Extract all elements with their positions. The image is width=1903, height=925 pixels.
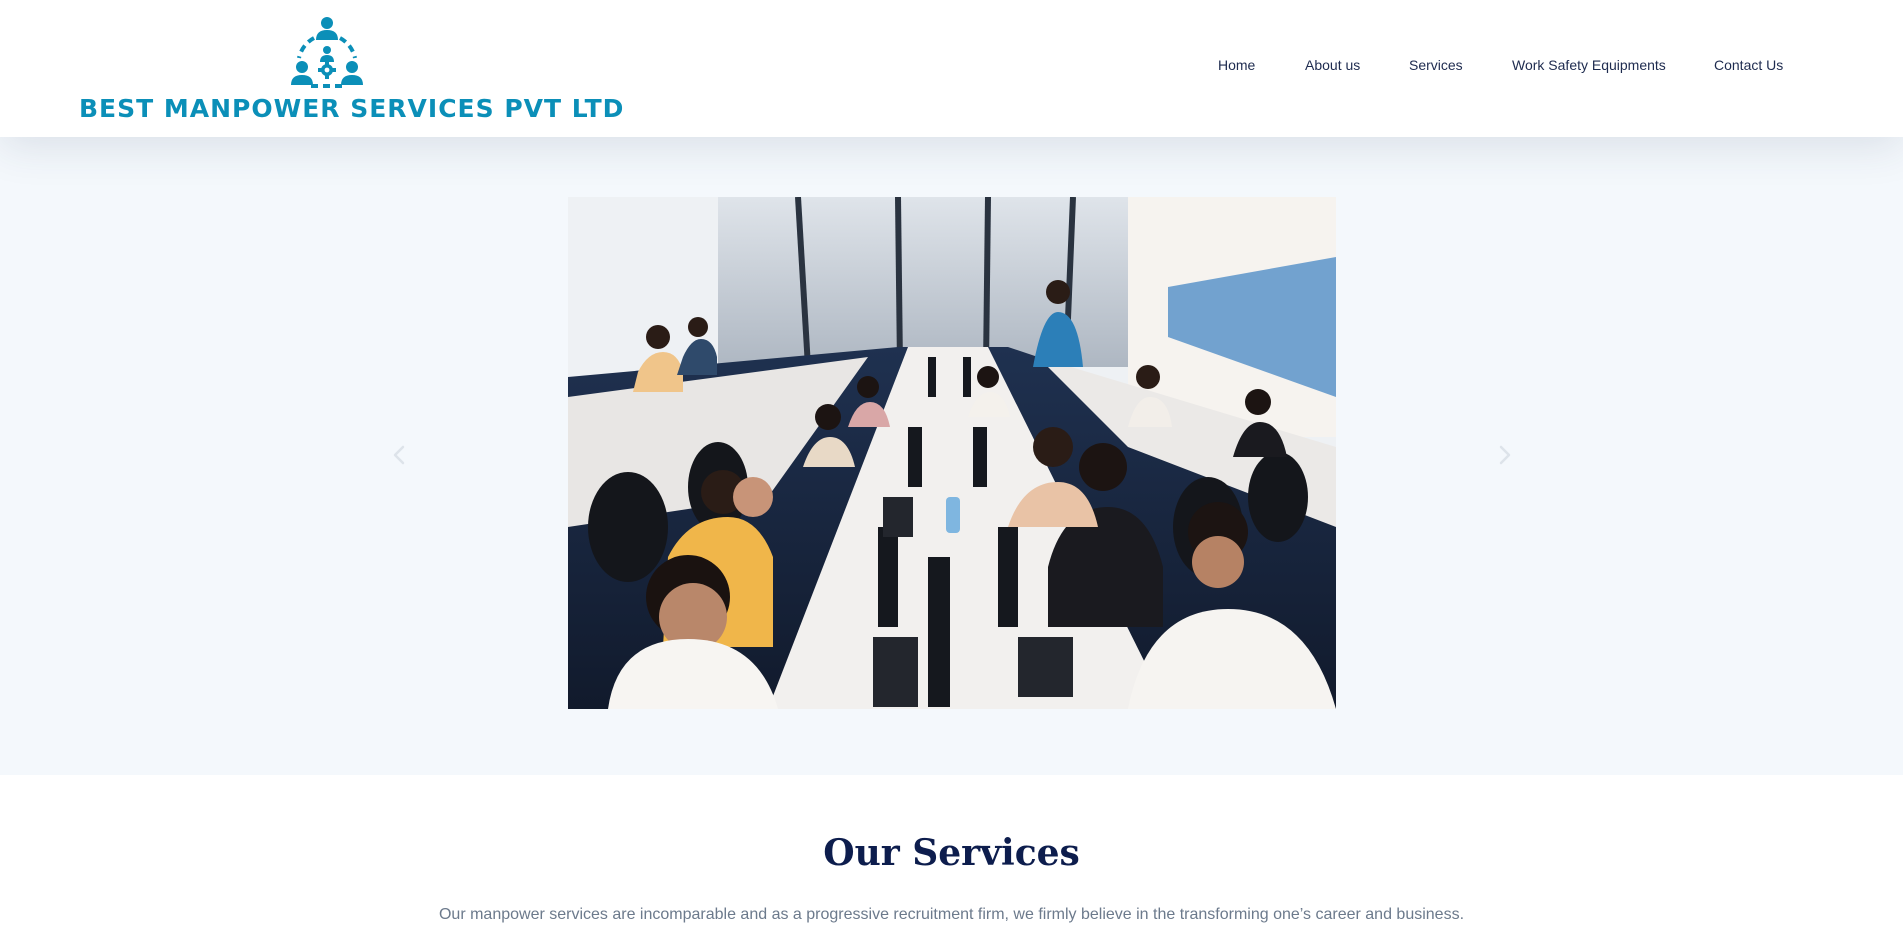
hero-slider	[0, 137, 1903, 775]
nav-about-us[interactable]: About us	[1305, 57, 1360, 73]
services-description: Our manpower services are incomparable a…	[438, 906, 1465, 923]
slider-prev-button[interactable]	[388, 443, 412, 467]
services-heading: Our Services	[823, 832, 1080, 874]
chevron-right-icon	[1499, 445, 1511, 465]
nav-work-safety-equipments[interactable]: Work Safety Equipments	[1512, 57, 1666, 73]
nav-home[interactable]: Home	[1218, 57, 1255, 73]
chevron-left-icon	[393, 445, 405, 465]
people-network-gear-icon	[291, 17, 363, 88]
nav-contact-us[interactable]: Contact Us	[1714, 57, 1783, 73]
office-team-photo	[568, 197, 1336, 709]
slider-next-button[interactable]	[1492, 443, 1516, 467]
site-header: BEST MANPOWER SERVICES PVT LTD Home Abou…	[0, 0, 1903, 137]
nav-services[interactable]: Services	[1409, 57, 1463, 73]
site-logo[interactable]: BEST MANPOWER SERVICES PVT LTD	[79, 16, 625, 126]
brand-name: BEST MANPOWER SERVICES PVT LTD	[79, 94, 625, 123]
